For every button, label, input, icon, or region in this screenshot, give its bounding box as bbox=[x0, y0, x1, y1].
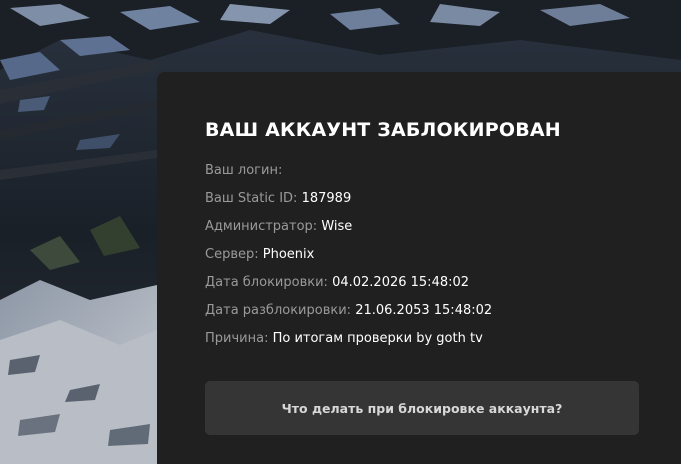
block-date-value: 04.02.2026 15:48:02 bbox=[332, 275, 470, 290]
screen: ВАШ АККАУНТ ЗАБЛОКИРОВАН Ваш логин: Ваш … bbox=[0, 0, 681, 464]
static-id-row: Ваш Static ID: 187989 bbox=[205, 190, 639, 208]
login-label: Ваш логин: bbox=[205, 163, 283, 178]
server-value: Phoenix bbox=[262, 247, 315, 262]
reason-label: Причина: bbox=[205, 331, 269, 346]
unblock-date-value: 21.06.2053 15:48:02 bbox=[355, 303, 493, 318]
login-row: Ваш логин: bbox=[205, 162, 639, 180]
unblock-date-label: Дата разблокировки: bbox=[205, 303, 352, 318]
block-date-row: Дата блокировки: 04.02.2026 15:48:02 bbox=[205, 274, 639, 292]
reason-value: По итогам проверки by goth tv bbox=[272, 331, 483, 346]
static-id-value: 187989 bbox=[301, 191, 352, 206]
static-id-label: Ваш Static ID: bbox=[205, 191, 298, 206]
reason-row: Причина: По итогам проверки by goth tv bbox=[205, 330, 639, 348]
panel-title: ВАШ АККАУНТ ЗАБЛОКИРОВАН bbox=[205, 119, 561, 141]
ban-panel: ВАШ АККАУНТ ЗАБЛОКИРОВАН Ваш логин: Ваш … bbox=[157, 72, 681, 464]
admin-value: Wise bbox=[321, 219, 353, 234]
block-date-label: Дата блокировки: bbox=[205, 275, 328, 290]
server-label: Сервер: bbox=[205, 247, 259, 262]
admin-label: Администратор: bbox=[205, 219, 318, 234]
admin-row: Администратор: Wise bbox=[205, 218, 639, 236]
server-row: Сервер: Phoenix bbox=[205, 246, 639, 264]
unblock-date-row: Дата разблокировки: 21.06.2053 15:48:02 bbox=[205, 302, 639, 320]
help-button[interactable]: Что делать при блокировке аккаунта? bbox=[205, 381, 639, 435]
ban-details: Ваш логин: Ваш Static ID: 187989 Админис… bbox=[205, 162, 639, 348]
